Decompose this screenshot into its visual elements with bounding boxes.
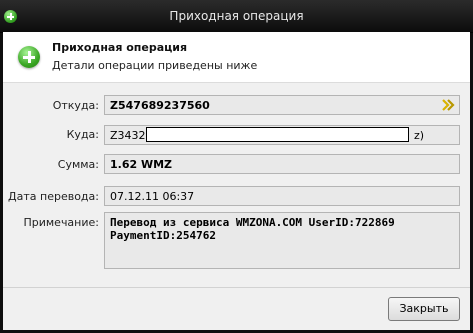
dialog-window: Приходная операция Приходная операция Де… <box>0 0 473 333</box>
green-plus-icon <box>18 46 40 68</box>
window-title: Приходная операция <box>169 9 304 23</box>
close-button[interactable]: Закрыть <box>388 297 460 321</box>
amount-label: Сумма: <box>57 158 99 171</box>
dialog-header: Приходная операция Детали операции приве… <box>3 32 470 83</box>
from-field: Z547689237560 <box>104 95 460 115</box>
date-value: 07.12.11 06:37 <box>110 190 195 203</box>
to-field: Z34325 z) <box>104 125 460 145</box>
date-label: Дата перевода: <box>8 190 99 203</box>
date-field: 07.12.11 06:37 <box>104 186 460 206</box>
to-value-suffix: z) <box>414 129 425 142</box>
dialog-body: Приходная операция Детали операции приве… <box>3 32 470 330</box>
header-title: Приходная операция <box>52 41 188 54</box>
note-value: Перевод из сервиса WMZONA.COM UserID:722… <box>110 216 402 242</box>
title-bar[interactable]: Приходная операция <box>0 0 473 33</box>
note-field: Перевод из сервиса WMZONA.COM UserID:722… <box>104 212 460 269</box>
from-value: Z547689237560 <box>110 99 210 112</box>
header-subtitle: Детали операции приведены ниже <box>52 59 258 72</box>
from-label: Откуда: <box>52 99 99 112</box>
amount-field: 1.62 WMZ <box>104 154 460 174</box>
to-label: Куда: <box>66 128 99 141</box>
footer-divider <box>3 287 470 288</box>
redaction-box <box>146 127 409 142</box>
double-chevron-right-icon[interactable] <box>441 98 455 112</box>
note-label: Примечание: <box>23 216 99 229</box>
amount-value: 1.62 WMZ <box>110 158 173 171</box>
